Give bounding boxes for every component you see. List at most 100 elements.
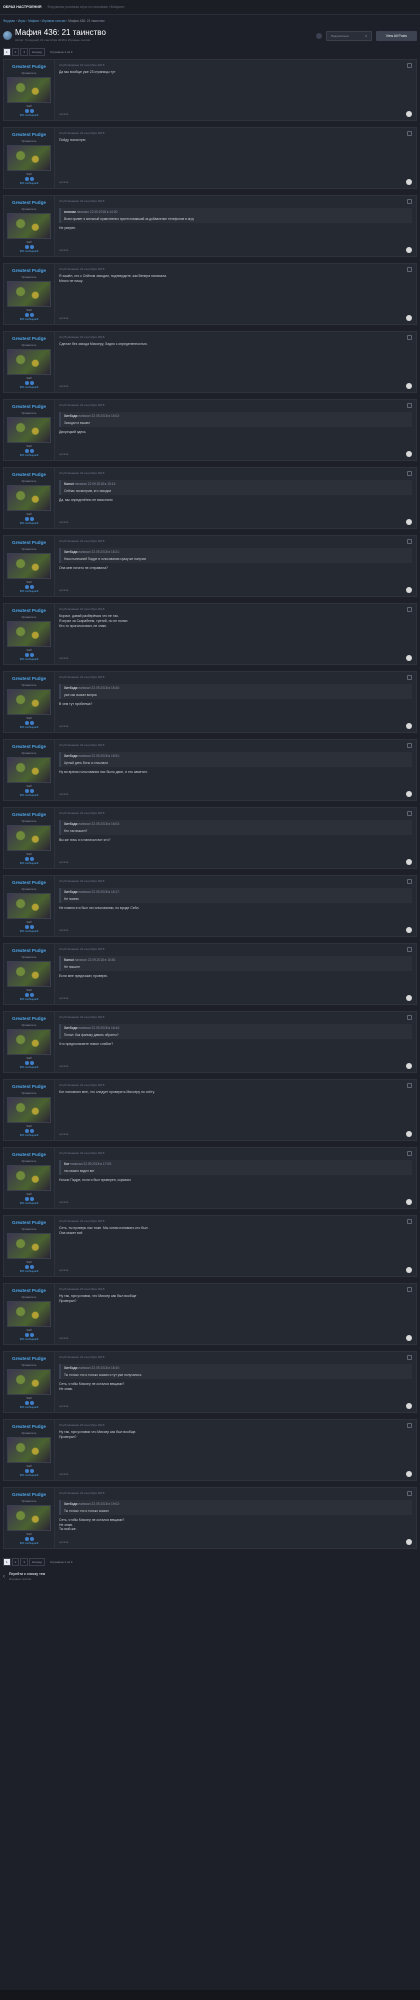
author-avatar[interactable] bbox=[7, 1232, 51, 1259]
next-page-button[interactable]: вперед bbox=[29, 1558, 45, 1567]
author-avatar[interactable] bbox=[7, 484, 51, 511]
share-icon[interactable] bbox=[407, 607, 412, 613]
quote-button[interactable]: цитата bbox=[59, 112, 68, 116]
reaction-icon[interactable] bbox=[406, 859, 412, 866]
quote-author[interactable]: Хитбоди bbox=[64, 1502, 78, 1506]
quote-author[interactable]: Хитбоди bbox=[64, 890, 78, 894]
reaction-icon[interactable] bbox=[406, 1335, 412, 1342]
author-avatar[interactable] bbox=[7, 1368, 51, 1395]
reaction-icon[interactable] bbox=[406, 1267, 412, 1274]
follow-button[interactable]: Подписаться 3 bbox=[325, 30, 372, 41]
quote-button[interactable]: цитата bbox=[59, 1540, 68, 1544]
quote-author[interactable]: Хитбоди bbox=[64, 414, 78, 418]
quote-button[interactable]: цитата bbox=[59, 860, 68, 864]
author-avatar[interactable] bbox=[7, 1028, 51, 1055]
quote-author[interactable]: Кот bbox=[64, 1162, 69, 1166]
author-avatar[interactable] bbox=[7, 280, 51, 307]
next-page-button[interactable]: вперед bbox=[29, 48, 45, 57]
quote-author[interactable]: Хитбоди bbox=[64, 550, 78, 554]
quote-author[interactable]: Хитбоди bbox=[64, 822, 78, 826]
author-avatar[interactable] bbox=[7, 892, 51, 919]
breadcrumb-item[interactable]: Мафия bbox=[28, 19, 39, 23]
quote-button[interactable]: цитата bbox=[59, 656, 68, 660]
reaction-icon[interactable] bbox=[406, 383, 412, 390]
page-link[interactable]: 1 bbox=[3, 48, 11, 57]
share-icon[interactable] bbox=[407, 1083, 412, 1089]
author-avatar[interactable] bbox=[7, 416, 51, 443]
share-icon[interactable] bbox=[407, 1015, 412, 1021]
author-avatar[interactable] bbox=[7, 756, 51, 783]
author-avatar[interactable] bbox=[7, 144, 51, 171]
quote-button[interactable]: цитата bbox=[59, 724, 68, 728]
site-brand[interactable]: ОБРАЗ НАСТРОЕНИЯ bbox=[3, 5, 41, 10]
follower-avatar[interactable] bbox=[315, 32, 322, 39]
quote-button[interactable]: цитата bbox=[59, 1132, 68, 1136]
reaction-icon[interactable] bbox=[406, 1199, 412, 1206]
share-icon[interactable] bbox=[407, 1491, 412, 1497]
share-icon[interactable] bbox=[407, 131, 412, 137]
quote-button[interactable]: цитата bbox=[59, 384, 68, 388]
reaction-icon[interactable] bbox=[406, 519, 412, 526]
breadcrumb-item[interactable]: Форумы bbox=[3, 19, 15, 23]
share-icon[interactable] bbox=[407, 199, 412, 205]
author-avatar[interactable] bbox=[7, 960, 51, 987]
breadcrumb-item[interactable]: Игровые сессии bbox=[42, 19, 66, 23]
author-avatar[interactable] bbox=[7, 552, 51, 579]
reaction-icon[interactable] bbox=[406, 1403, 412, 1410]
share-icon[interactable] bbox=[407, 1423, 412, 1429]
author-avatar[interactable] bbox=[7, 688, 51, 715]
share-icon[interactable] bbox=[407, 539, 412, 545]
reaction-icon[interactable] bbox=[406, 247, 412, 254]
author-avatar[interactable] bbox=[7, 1504, 51, 1531]
page-link[interactable]: 1 bbox=[3, 1558, 11, 1567]
share-icon[interactable] bbox=[407, 335, 412, 341]
author-avatar[interactable] bbox=[7, 212, 51, 239]
share-icon[interactable] bbox=[407, 879, 412, 885]
reaction-icon[interactable] bbox=[406, 927, 412, 934]
share-icon[interactable] bbox=[407, 1151, 412, 1157]
share-icon[interactable] bbox=[407, 811, 412, 817]
reaction-icon[interactable] bbox=[406, 723, 412, 730]
author-avatar[interactable] bbox=[7, 824, 51, 851]
share-icon[interactable] bbox=[407, 1355, 412, 1361]
reaction-icon[interactable] bbox=[406, 1131, 412, 1138]
quote-button[interactable]: цитата bbox=[59, 1336, 68, 1340]
quote-button[interactable]: цитата bbox=[59, 996, 68, 1000]
share-icon[interactable] bbox=[407, 947, 412, 953]
quote-button[interactable]: цитата bbox=[59, 1268, 68, 1272]
view-all-posts-button[interactable]: View All Posts bbox=[375, 30, 417, 42]
quote-author[interactable]: аноним bbox=[64, 210, 76, 214]
author-avatar[interactable] bbox=[7, 348, 51, 375]
reaction-icon[interactable] bbox=[406, 995, 412, 1002]
quote-button[interactable]: цитата bbox=[59, 1200, 68, 1204]
quote-button[interactable]: цитата bbox=[59, 520, 68, 524]
quote-author[interactable]: Хитбоди bbox=[64, 1026, 78, 1030]
quote-button[interactable]: цитата bbox=[59, 180, 68, 184]
quote-button[interactable]: цитата bbox=[59, 248, 68, 252]
quote-author[interactable]: Хитбоди bbox=[64, 754, 78, 758]
page-link[interactable]: 3 bbox=[20, 48, 29, 57]
page-link[interactable]: 2 bbox=[11, 1558, 20, 1567]
share-icon[interactable] bbox=[407, 675, 412, 681]
share-icon[interactable] bbox=[407, 1287, 412, 1293]
reaction-icon[interactable] bbox=[406, 1063, 412, 1070]
quote-button[interactable]: цитата bbox=[59, 1404, 68, 1408]
page-summary[interactable]: Страница 1 из 3 bbox=[48, 49, 75, 55]
author-avatar[interactable] bbox=[7, 1096, 51, 1123]
share-icon[interactable] bbox=[407, 471, 412, 477]
quote-button[interactable]: цитата bbox=[59, 928, 68, 932]
topic-author-avatar[interactable] bbox=[3, 31, 12, 41]
reaction-icon[interactable] bbox=[406, 315, 412, 322]
reaction-icon[interactable] bbox=[406, 451, 412, 458]
reaction-icon[interactable] bbox=[406, 1471, 412, 1478]
reaction-icon[interactable] bbox=[406, 111, 412, 118]
page-summary[interactable]: Страница 1 из 3 bbox=[48, 1559, 75, 1565]
quote-button[interactable]: цитата bbox=[59, 316, 68, 320]
quote-button[interactable]: цитата bbox=[59, 792, 68, 796]
back-to-topics[interactable]: ‹ Перейти к списку тем Игровые сессии bbox=[0, 1569, 420, 1584]
breadcrumb-item[interactable]: Игры bbox=[18, 19, 26, 23]
share-icon[interactable] bbox=[407, 267, 412, 273]
quote-button[interactable]: цитата bbox=[59, 1472, 68, 1476]
page-link[interactable]: 3 bbox=[20, 1558, 29, 1567]
reaction-icon[interactable] bbox=[406, 655, 412, 662]
